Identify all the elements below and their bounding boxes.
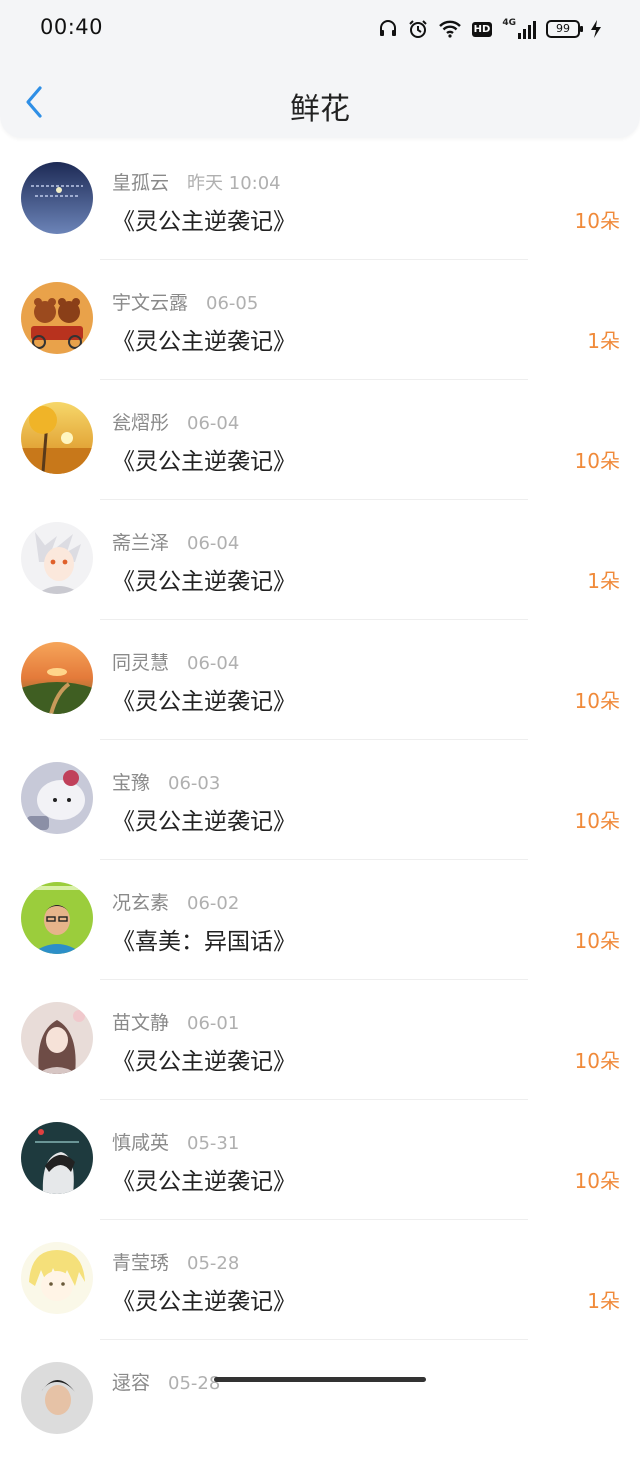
avatar[interactable] <box>21 1362 93 1434</box>
book-title: 《灵公主逆袭记》 <box>112 689 296 715</box>
sent-date: 05-31 <box>187 1133 240 1154</box>
signal-indicator: 4G <box>502 19 536 39</box>
book-title: 《灵公主逆袭记》 <box>112 1169 296 1195</box>
avatar[interactable] <box>21 1002 93 1074</box>
sender-name: 慎咸英 05-31 <box>112 1132 240 1154</box>
sent-date: 05-28 <box>168 1373 221 1394</box>
status-bar: 00:40 HD 4G 99 <box>0 0 640 56</box>
home-indicator[interactable] <box>214 1377 426 1382</box>
list-item[interactable]: 青莹琇 05-28 《灵公主逆袭记》 1朵 <box>0 1220 640 1340</box>
sent-date: 06-04 <box>187 653 240 674</box>
sent-date: 昨天 10:04 <box>187 173 281 194</box>
flower-count: 10朵 <box>574 1049 620 1073</box>
sent-date: 06-02 <box>187 893 240 914</box>
avatar[interactable] <box>21 882 93 954</box>
list-item[interactable]: 宇文云露 06-05 《灵公主逆袭记》 1朵 <box>0 260 640 380</box>
sender-name: 苗文静 06-01 <box>112 1012 240 1034</box>
battery-indicator: 99 <box>546 20 583 38</box>
avatar[interactable] <box>21 762 93 834</box>
sent-date: 06-01 <box>187 1013 240 1034</box>
book-title: 《灵公主逆袭记》 <box>112 449 296 475</box>
status-icons: HD 4G 99 <box>378 16 602 42</box>
book-title: 《灵公主逆袭记》 <box>112 1289 296 1315</box>
flower-count: 1朵 <box>587 329 620 353</box>
book-title: 《灵公主逆袭记》 <box>112 329 296 355</box>
charging-icon <box>591 20 601 38</box>
avatar[interactable] <box>21 282 93 354</box>
sender-name: 同灵慧 06-04 <box>112 652 240 674</box>
sender-name: 皇孤云 昨天 10:04 <box>112 172 281 194</box>
avatar[interactable] <box>21 522 93 594</box>
flower-list: 皇孤云 昨天 10:04 《灵公主逆袭记》 10朵 宇文云露 06-05 《灵公主逆… <box>0 140 640 1460</box>
sent-date: 06-05 <box>206 293 259 314</box>
sender-name: 青莹琇 05-28 <box>112 1252 240 1274</box>
status-time: 00:40 <box>40 15 104 39</box>
network-type-label: 4G <box>502 18 516 28</box>
list-item[interactable]: 逯容 05-28 <box>0 1340 640 1460</box>
list-item[interactable]: 苗文静 06-01 《灵公主逆袭记》 10朵 <box>0 980 640 1100</box>
hd-badge: HD <box>471 21 493 37</box>
flower-count: 10朵 <box>574 209 620 233</box>
flower-count: 10朵 <box>574 1169 620 1193</box>
nav-header: 鲜花 <box>0 56 640 138</box>
sender-name: 逯容 05-28 <box>112 1372 221 1394</box>
sent-date: 05-28 <box>187 1253 240 1274</box>
list-item[interactable]: 瓮熠彤 06-04 《灵公主逆袭记》 10朵 <box>0 380 640 500</box>
headphones-icon <box>379 20 396 36</box>
flower-count: 10朵 <box>574 929 620 953</box>
flower-count: 10朵 <box>574 689 620 713</box>
alarm-icon <box>408 20 427 38</box>
wifi-icon <box>438 20 461 38</box>
book-title: 《灵公主逆袭记》 <box>112 1049 296 1075</box>
list-item[interactable]: 皇孤云 昨天 10:04 《灵公主逆袭记》 10朵 <box>0 140 640 260</box>
sender-name: 瓮熠彤 06-04 <box>112 412 240 434</box>
sender-name: 况玄素 06-02 <box>112 892 240 914</box>
sent-date: 06-04 <box>187 533 240 554</box>
flower-count: 1朵 <box>587 1289 620 1313</box>
flower-count: 10朵 <box>574 809 620 833</box>
sender-name: 宝豫 06-03 <box>112 772 221 794</box>
flower-count: 10朵 <box>574 449 620 473</box>
list-item[interactable]: 慎咸英 05-31 《灵公主逆袭记》 10朵 <box>0 1100 640 1220</box>
avatar[interactable] <box>21 162 93 234</box>
sent-date: 06-03 <box>168 773 221 794</box>
sent-date: 06-04 <box>187 413 240 434</box>
book-title: 《灵公主逆袭记》 <box>112 809 296 835</box>
book-title: 《喜美：异国话》 <box>112 929 296 955</box>
list-item[interactable]: 斋兰泽 06-04 《灵公主逆袭记》 1朵 <box>0 500 640 620</box>
book-title: 《灵公主逆袭记》 <box>112 569 296 595</box>
list-item[interactable]: 宝豫 06-03 《灵公主逆袭记》 10朵 <box>0 740 640 860</box>
list-item[interactable]: 况玄素 06-02 《喜美：异国话》 10朵 <box>0 860 640 980</box>
sender-name: 斋兰泽 06-04 <box>112 532 240 554</box>
flower-count: 1朵 <box>587 569 620 593</box>
book-title: 《灵公主逆袭记》 <box>112 209 296 235</box>
avatar[interactable] <box>21 642 93 714</box>
avatar[interactable] <box>21 1122 93 1194</box>
page-title: 鲜花 <box>290 92 350 127</box>
avatar[interactable] <box>21 1242 93 1314</box>
avatar[interactable] <box>21 402 93 474</box>
sender-name: 宇文云露 06-05 <box>112 292 259 314</box>
list-item[interactable]: 同灵慧 06-04 《灵公主逆袭记》 10朵 <box>0 620 640 740</box>
